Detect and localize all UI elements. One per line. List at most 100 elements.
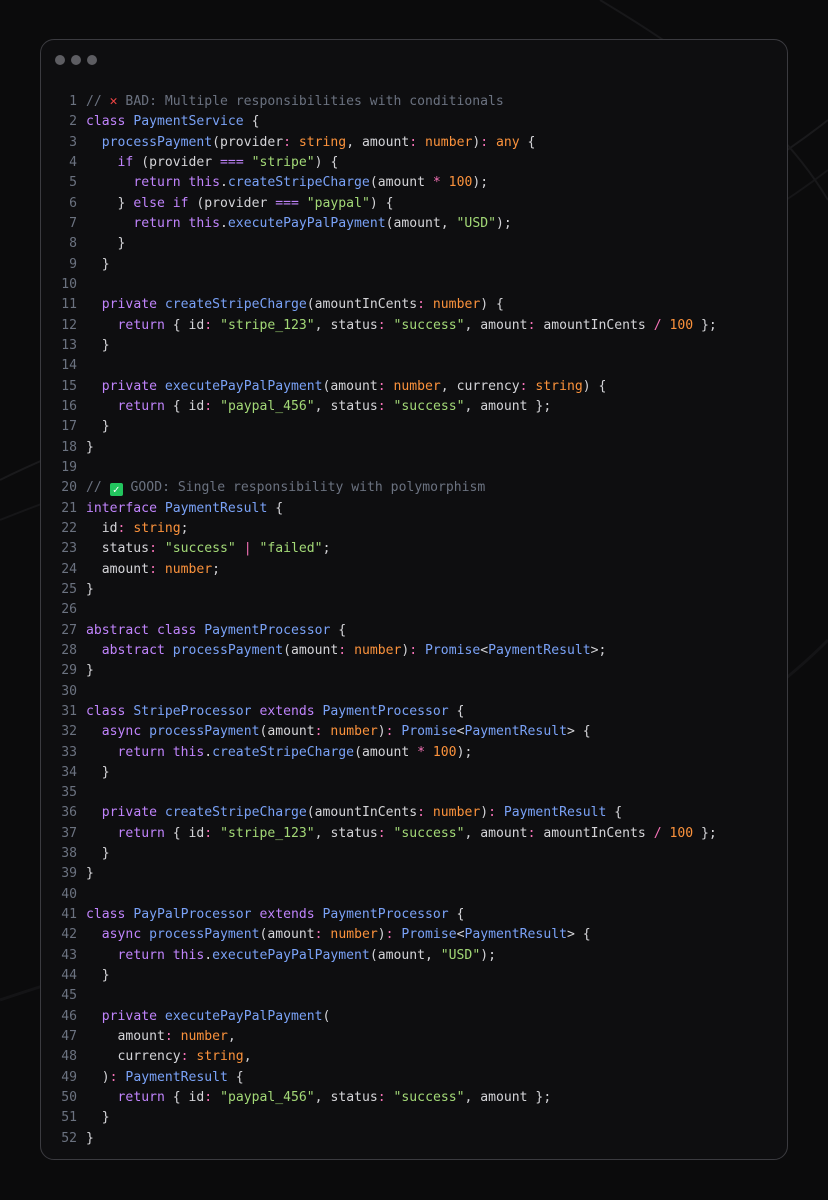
code-text: class StripeProcessor extends PaymentPro… bbox=[86, 702, 464, 722]
line-number: 41 bbox=[61, 907, 77, 923]
code-token: { bbox=[227, 1069, 244, 1085]
line-number: 51 bbox=[61, 1110, 77, 1126]
code-token: > { bbox=[566, 724, 591, 740]
code-token: executePayPalPayment bbox=[212, 947, 370, 963]
code-token: PaymentService bbox=[133, 114, 244, 130]
line-number: 52 bbox=[61, 1130, 77, 1146]
line-number: 35 bbox=[61, 785, 77, 801]
code-token: (provider bbox=[212, 134, 284, 150]
code-line: 32 async processPayment(amount: number):… bbox=[41, 722, 787, 742]
code-line: 19 bbox=[41, 458, 787, 478]
code-token: ) { bbox=[480, 297, 504, 313]
code-text: class PaymentService { bbox=[86, 112, 259, 132]
window-dot[interactable] bbox=[71, 55, 81, 65]
code-token: PaymentResult bbox=[117, 1069, 228, 1085]
code-token: "success" bbox=[393, 398, 465, 414]
code-line: 24 amount: number; bbox=[41, 560, 787, 580]
line-number: 46 bbox=[61, 1008, 77, 1024]
code-editor[interactable]: 1// ✕ BAD: Multiple responsibilities wit… bbox=[41, 92, 787, 1149]
code-line: 25} bbox=[41, 580, 787, 600]
code-token: BAD: Multiple responsibilities with cond… bbox=[117, 94, 504, 109]
code-line: 3 processPayment(provider: string, amoun… bbox=[41, 133, 787, 153]
code-token: . bbox=[204, 744, 213, 760]
line-number: 15 bbox=[61, 378, 77, 394]
code-token: : bbox=[377, 378, 386, 394]
code-token: any bbox=[488, 134, 520, 150]
code-token: extends bbox=[251, 907, 323, 923]
code-token: , amount bbox=[346, 134, 410, 150]
code-token: } bbox=[86, 663, 94, 679]
code-token: * bbox=[432, 175, 441, 191]
code-text: private createStripeCharge(amountInCents… bbox=[86, 295, 504, 315]
code-token: "stripe_123" bbox=[220, 825, 315, 841]
code-line: 36 private createStripeCharge(amountInCe… bbox=[41, 803, 787, 823]
code-token: } bbox=[86, 236, 126, 252]
code-token: }; bbox=[693, 317, 717, 333]
code-text: private executePayPalPayment( bbox=[86, 1007, 331, 1027]
code-token: class bbox=[86, 114, 134, 130]
code-line: 8 } bbox=[41, 234, 787, 254]
line-number: 23 bbox=[61, 541, 77, 557]
code-token: GOOD: Single responsibility with polymor… bbox=[122, 480, 486, 496]
code-text: return this.executePayPalPayment(amount,… bbox=[86, 946, 496, 966]
line-number: 12 bbox=[61, 317, 77, 333]
code-line: 40 bbox=[41, 885, 787, 905]
code-token: | bbox=[243, 541, 252, 557]
code-text: } bbox=[86, 255, 110, 275]
code-token: abstract bbox=[101, 642, 173, 658]
code-token: number bbox=[156, 561, 213, 577]
line-number: 17 bbox=[61, 419, 77, 435]
code-token: ) bbox=[86, 1069, 110, 1085]
code-token: executePayPalPayment bbox=[164, 1008, 323, 1024]
code-token: : bbox=[377, 398, 386, 414]
code-line: 15 private executePayPalPayment(amount: … bbox=[41, 377, 787, 397]
code-token: createStripeCharge bbox=[227, 175, 370, 191]
code-token: ( bbox=[322, 1008, 331, 1024]
code-text: } bbox=[86, 417, 110, 437]
code-token: currency bbox=[86, 1049, 181, 1065]
code-line: 34 } bbox=[41, 763, 787, 783]
window-dot[interactable] bbox=[87, 55, 97, 65]
code-token: : bbox=[377, 317, 386, 333]
code-token: number bbox=[425, 805, 481, 821]
line-number: 20 bbox=[61, 480, 77, 496]
code-line: 46 private executePayPalPayment( bbox=[41, 1007, 787, 1027]
code-token: (amount bbox=[283, 642, 339, 658]
code-line: 26 bbox=[41, 600, 787, 620]
code-token: < bbox=[480, 642, 489, 658]
code-token: async bbox=[101, 927, 150, 943]
code-line: 38 } bbox=[41, 844, 787, 864]
code-token: ) { bbox=[582, 378, 607, 394]
code-token: ; bbox=[322, 541, 331, 557]
code-text: } bbox=[86, 234, 126, 254]
code-token: string bbox=[527, 378, 583, 394]
code-token: : bbox=[519, 378, 528, 394]
code-line: 1 // ✕ BAD: Multiple responsibilities wit… bbox=[41, 92, 787, 112]
code-token: executePayPalPayment bbox=[164, 378, 323, 394]
code-token: ) bbox=[377, 724, 386, 740]
window-dot[interactable] bbox=[55, 55, 65, 65]
code-text: private createStripeCharge(amountInCents… bbox=[86, 803, 622, 823]
code-token: PaymentResult bbox=[496, 805, 607, 821]
code-token: Promise bbox=[393, 927, 457, 943]
code-line: 50 return { id: "paypal_456", status: "s… bbox=[41, 1088, 787, 1108]
code-token: interface bbox=[86, 500, 165, 516]
cross-mark-icon: ✕ bbox=[109, 94, 118, 109]
code-text: } bbox=[86, 763, 110, 783]
line-number: 40 bbox=[61, 886, 77, 902]
code-token: string bbox=[188, 1049, 244, 1065]
code-token: private bbox=[101, 1008, 165, 1024]
line-number: 38 bbox=[61, 846, 77, 862]
code-token: 100 bbox=[425, 744, 457, 760]
code-token: async bbox=[101, 724, 150, 740]
code-token: : bbox=[417, 805, 426, 821]
code-token: processPayment bbox=[149, 927, 260, 943]
code-token: : bbox=[385, 724, 394, 740]
